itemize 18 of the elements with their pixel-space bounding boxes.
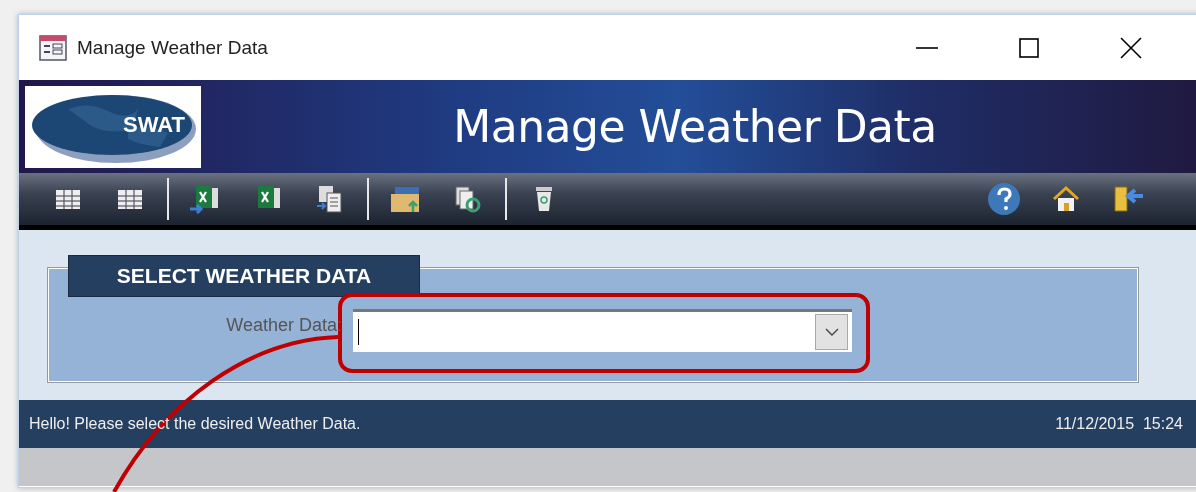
weather-data-dropdown[interactable] (353, 309, 852, 352)
logo-text: SWAT (123, 111, 185, 138)
home-icon (1052, 185, 1080, 213)
refresh-icon (453, 184, 483, 214)
form-icon (39, 34, 67, 61)
maximize-icon (1019, 37, 1039, 58)
section-title: SELECT WEATHER DATA (68, 255, 420, 297)
clipboard-icon (315, 184, 345, 214)
table-icon (117, 187, 143, 211)
help-icon (987, 182, 1021, 216)
status-datetime: 11/12/2015 15:24 (1055, 415, 1183, 433)
table-icon (55, 187, 81, 211)
chevron-down-icon (824, 328, 839, 336)
trash-icon (534, 185, 554, 213)
window-title: Manage Weather Data (77, 36, 269, 59)
close-icon (1120, 36, 1142, 59)
exit-door-icon (1111, 184, 1145, 214)
minimize-icon (916, 45, 938, 50)
